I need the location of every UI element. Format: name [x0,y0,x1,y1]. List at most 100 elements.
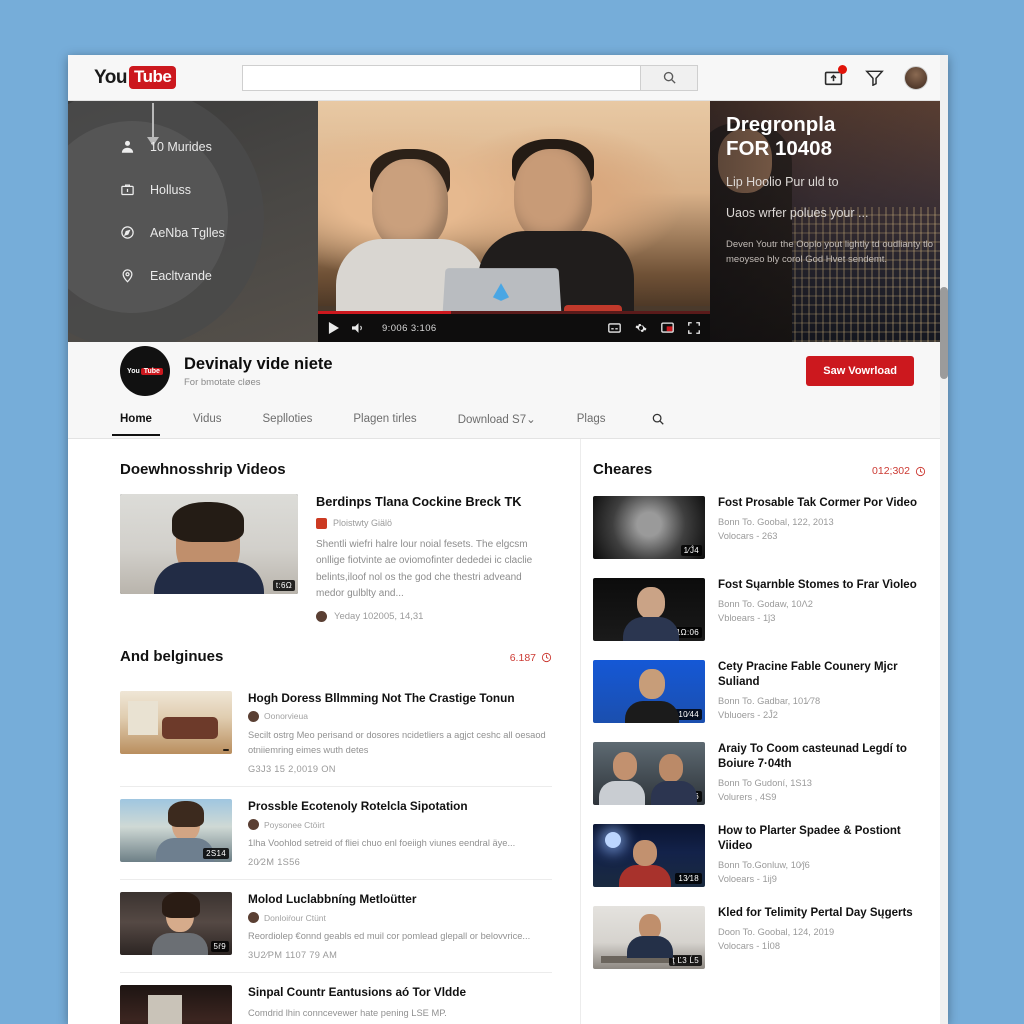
sidebar-thumbnail[interactable]: 16Ĵ36 [593,742,705,805]
list-thumbnail[interactable] [120,690,232,754]
tab-plags[interactable]: Plags [577,402,606,436]
list-channel-row: Oonorvieua [248,710,552,722]
featured-title[interactable]: Berdinps Tlana Cockine Breck TK [316,494,552,511]
featured-thumbnail[interactable]: t:6Ω [120,494,298,594]
list-item[interactable]: ţ Ľ3 Ĺ5 Kled for Telimity Pertal Day Sųg… [593,906,926,969]
sidebar-thumbnail[interactable]: ţ Ľ3 Ĺ5 [593,906,705,969]
miniplayer-icon[interactable] [661,322,674,334]
recent-section-header: And belginues 6.187 [120,648,552,665]
tab-home[interactable]: Home [112,402,160,436]
channel-header: You Tube Devinaly vide niete For bmotate… [68,342,948,400]
banner-menu-label-3: Eacltvande [150,268,212,283]
sidebar-duration: 16Ĵ36 [672,791,702,802]
logo-tube-text: Tube [128,66,177,89]
subtitles-icon[interactable] [608,323,621,333]
channel-subtitle: For bmotate cløes [184,376,261,388]
list-item[interactable]: 10⁄44 Cety Pracine Fable Counery Mjcr Su… [593,660,926,723]
right-sidebar: Cheares 012;302 1⁄Ĵ4 Fost Prosable Tak C… [580,439,948,1024]
banner-menu-item-2[interactable]: AeNba Tglles [120,225,225,240]
scrollbar-thumb[interactable] [940,287,948,379]
list-thumbnail[interactable]: 18Ĺ0 [120,985,232,1024]
upload-button[interactable] [822,64,847,89]
sidebar-info: Fost Prosable Tak Cormer Por Video Bonn … [718,496,917,559]
list-thumbnail[interactable]: 5ŕ9 [120,891,232,955]
list-title[interactable]: Sinpal Countr Eantusions aó Tor Vldde [248,985,466,1000]
volume-icon[interactable] [352,322,365,334]
player-progress-bar[interactable] [318,311,710,314]
filter-button[interactable] [863,67,885,89]
sidebar-duration: 1⁄Ĵ4 [680,545,702,556]
location-pin-icon [122,269,133,283]
promo-subtitle-line2: Uaos wrfer polues your ... [726,206,869,221]
promo-body-text: Deven Youtr the Ooplo yout lightly td ou… [726,238,934,266]
sidebar-title[interactable]: Kled for Telimity Pertal Day Sųgerts [718,906,913,921]
featured-channel-name: Ploistwty Giälö [333,518,393,529]
left-column: Doewhnosshrip Videos t:6Ω Berdinps Tlana… [68,439,580,1024]
list-stats: 3U2⁄PM 1107 79 AM [248,950,338,961]
channel-avatar[interactable]: You Tube [120,346,170,396]
sidebar-title[interactable]: Araiy To Coom casteunad Legdí to Boiure … [718,742,926,772]
list-item[interactable]: 18Ĺ0 Sinpal Countr Eantusions aó Tor Vld… [120,973,552,1024]
sidebar-thumbnail[interactable]: 13⁄18 [593,824,705,887]
list-title[interactable]: Hogh Doress Bllmming Not The Crastige To… [248,691,552,706]
sidebar-title[interactable]: Fost Sųarnble Stomes to Frar Vìoleo [718,578,917,593]
list-item[interactable]: 1⁄Ĵ4 Fost Prosable Tak Cormer Por Video … [593,496,926,559]
tab-download[interactable]: Download S7⌄ [458,401,536,437]
list-thumbnail[interactable]: 2S14 [120,798,232,862]
featured-video[interactable]: t:6Ω Berdinps Tlana Cockine Breck TK Plo… [120,494,552,622]
scene-laptop [442,268,562,316]
banner-menu-list: 10 Murides Holluss AeNba Tglles Eacltvan… [120,139,225,283]
sidebar-info: Fost Sųarnble Stomes to Frar Vìoleo Bonn… [718,578,917,641]
tab-pages[interactable]: Plagen tirles [353,402,416,436]
sidebar-title[interactable]: How to Plarter Spadee & Postiont Viideo [718,824,926,854]
sidebar-title[interactable]: Cety Pracine Fable Counery Mjcr Suliand [718,660,926,690]
avatar[interactable] [904,65,928,90]
sidebar-title[interactable]: Fost Prosable Tak Cormer Por Video [718,496,917,511]
scrollbar-track[interactable] [940,55,948,1024]
sidebar-meta: Bonn To. Gadbar, 101⁄78 [718,696,821,707]
list-channel: Oonorvieua [264,711,308,722]
sidebar-duration: 10⁄44 [675,709,702,720]
sidebar-thumbnail[interactable]: 10⁄44 [593,660,705,723]
scene-person-a-head [372,159,448,251]
youtube-channel-window: You Tube 10 Murides Holluss AeNba Tglles… [68,55,948,1024]
video-scene [318,101,710,342]
subscribe-button[interactable]: Saw Vowrload [806,356,914,386]
list-description: Reordiolep €onnd geabls ed muil cor poml… [248,931,531,942]
recent-section-title: And belginues [120,647,224,665]
promo-title-line1: Dregronpla [726,113,836,136]
channel-avatar-you: You [127,367,140,375]
list-item[interactable]: 1Ω:06 Fost Sųarnble Stomes to Frar Vìole… [593,578,926,641]
compass-icon [121,226,134,239]
list-info: Hogh Doress Bllmming Not The Crastige To… [248,691,552,774]
sidebar-thumbnail[interactable]: 1⁄Ĵ4 [593,496,705,559]
list-title[interactable]: Prossble Ecotenoly Rotelcla Sipotation [248,799,515,814]
banner-video-player[interactable]: 9:006 3:106 [318,101,710,342]
featured-section-header: Doewhnosshrip Videos [120,461,552,478]
recent-count: 6.187 [509,651,536,664]
list-description: Secilt ostrg Meo perisand or dosores nci… [248,729,546,755]
banner-menu-item-0[interactable]: 10 Murides [120,139,225,154]
youtube-logo[interactable]: You Tube [94,66,177,89]
banner-menu-item-1[interactable]: Holluss [120,182,225,197]
channel-identity: Devinaly vide niete For bmotate cløes [184,355,333,388]
tab-videos[interactable]: Vidus [193,402,222,436]
list-item[interactable]: 13⁄18 How to Plarter Spadee & Postiont V… [593,824,926,887]
promo-text-block: Dregronpla FOR 10408 Lip Hoolio Pur uld … [726,113,940,267]
list-item[interactable]: 5ŕ9 Molod Luclabbníng Metloütter Donloiŕ… [120,880,552,974]
list-item[interactable]: Hogh Doress Bllmming Not The Crastige To… [120,679,552,787]
sidebar-duration: 1Ω:06 [672,627,702,638]
fullscreen-icon[interactable] [688,322,700,334]
tab-search-button[interactable] [651,412,665,426]
sidebar-thumbnail[interactable]: 1Ω:06 [593,578,705,641]
list-title[interactable]: Molod Luclabbníng Metloütter [248,892,530,907]
search-button[interactable] [640,64,699,91]
play-icon[interactable] [328,322,339,334]
list-item[interactable]: 2S14 Prossble Ecotenoly Rotelcla Sipotat… [120,787,552,880]
tab-playlists[interactable]: Seplloties [263,402,313,436]
list-item[interactable]: 16Ĵ36 Araiy To Coom casteunad Legdí to B… [593,742,926,805]
settings-gear-icon[interactable] [635,322,647,334]
channel-tabs: Home Vidus Seplloties Plagen tirles Down… [68,400,948,439]
search-input[interactable] [242,64,641,91]
banner-menu-item-3[interactable]: Eacltvande [120,268,225,283]
